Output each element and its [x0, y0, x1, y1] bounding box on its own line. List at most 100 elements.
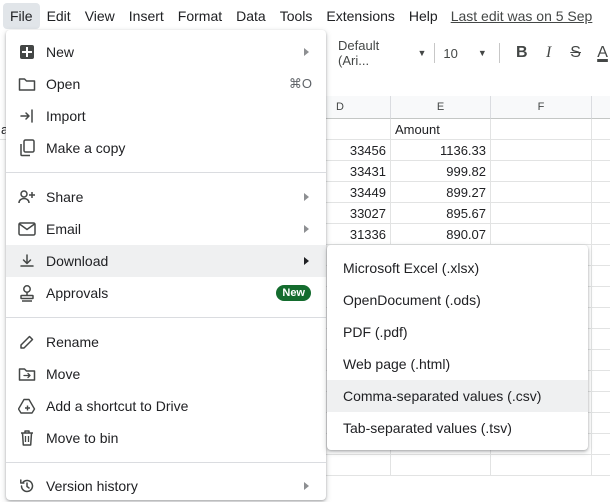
cell-g[interactable]: [592, 329, 610, 350]
menu-tools[interactable]: Tools: [273, 3, 320, 29]
menu-item-open[interactable]: Open ⌘O: [6, 68, 326, 100]
menu-item-import[interactable]: Import: [6, 100, 326, 132]
column-header-f[interactable]: F: [491, 96, 592, 119]
menu-item-label: Open: [46, 76, 81, 92]
menu-data[interactable]: Data: [229, 3, 273, 29]
menu-item-move-to-bin[interactable]: Move to bin: [6, 422, 326, 454]
cell-g[interactable]: [592, 392, 610, 413]
menu-divider: [6, 172, 326, 173]
column-header-g[interactable]: [592, 96, 610, 119]
cell-g[interactable]: [592, 182, 610, 203]
download-option-tsv[interactable]: Tab-separated values (.tsv): [327, 412, 588, 444]
menu-item-approvals[interactable]: Approvals New: [6, 277, 326, 309]
cell-f[interactable]: [491, 119, 592, 140]
toolbar-divider: [434, 43, 436, 63]
cell-g[interactable]: [592, 245, 610, 266]
cell-f[interactable]: [491, 182, 592, 203]
cell-f[interactable]: [491, 203, 592, 224]
copy-icon: [17, 138, 37, 158]
italic-button[interactable]: I: [535, 44, 562, 62]
menu-item-label: Move: [46, 366, 81, 382]
bold-button[interactable]: B: [508, 44, 535, 62]
cell-e-header[interactable]: Amount: [391, 119, 491, 140]
cell-g[interactable]: [592, 308, 610, 329]
caret-down-icon: ▼: [477, 48, 487, 58]
menu-file[interactable]: File: [3, 3, 40, 29]
cell-e[interactable]: 890.07: [391, 224, 491, 245]
new-badge: New: [276, 285, 311, 301]
menu-divider: [6, 462, 326, 463]
download-option-xlsx[interactable]: Microsoft Excel (.xlsx): [327, 252, 588, 284]
download-option-ods[interactable]: OpenDocument (.ods): [327, 284, 588, 316]
menu-item-download[interactable]: Download: [6, 245, 326, 277]
menu-item-label: Share: [46, 189, 84, 205]
shortcut-text: ⌘O: [288, 76, 312, 91]
cell-e[interactable]: 899.27: [391, 182, 491, 203]
menu-item-share[interactable]: Share: [6, 181, 326, 213]
text-color-button[interactable]: A: [589, 44, 610, 62]
download-icon: [17, 251, 37, 271]
cell-g[interactable]: [592, 161, 610, 182]
share-person-icon: [17, 187, 37, 207]
new-sheet-icon: [17, 42, 37, 62]
download-option-csv[interactable]: Comma-separated values (.csv): [327, 380, 588, 412]
file-menu: New Open ⌘O Import Make a copy Share Ema…: [6, 30, 326, 500]
toolbar-divider: [499, 43, 501, 63]
cell-g[interactable]: [592, 455, 610, 476]
cell-e[interactable]: 999.82: [391, 161, 491, 182]
cell-g[interactable]: [592, 203, 610, 224]
font-family-select[interactable]: Default (Ari... ▼: [338, 38, 426, 68]
strikethrough-button[interactable]: S: [562, 44, 589, 62]
menu-item-label: Rename: [46, 334, 99, 350]
cell-e[interactable]: 1136.33: [391, 140, 491, 161]
menu-view[interactable]: View: [78, 3, 122, 29]
download-option-html[interactable]: Web page (.html): [327, 348, 588, 380]
menu-item-rename[interactable]: Rename: [6, 326, 326, 358]
menu-insert[interactable]: Insert: [122, 3, 171, 29]
menu-item-label: Approvals: [46, 285, 109, 301]
menu-item-label: Import: [46, 108, 86, 124]
menu-item-email[interactable]: Email: [6, 213, 326, 245]
trash-icon: [17, 428, 37, 448]
menu-extensions[interactable]: Extensions: [319, 3, 401, 29]
cell-g[interactable]: [592, 224, 610, 245]
cell-f[interactable]: [491, 161, 592, 182]
cell-g[interactable]: [592, 266, 610, 287]
submenu-arrow-icon: [304, 482, 309, 490]
font-size-value: 10: [443, 45, 458, 61]
font-size-select[interactable]: 10 ▼: [443, 45, 487, 61]
history-icon: [17, 476, 37, 496]
rename-icon: [17, 332, 37, 352]
cell-e[interactable]: 895.67: [391, 203, 491, 224]
submenu-arrow-icon: [304, 257, 309, 265]
cell-f[interactable]: [491, 140, 592, 161]
cell-g[interactable]: [592, 434, 610, 455]
menu-item-make-a-copy[interactable]: Make a copy: [6, 132, 326, 164]
menu-edit[interactable]: Edit: [40, 3, 78, 29]
cell-g[interactable]: [592, 140, 610, 161]
last-edit-link[interactable]: Last edit was on 5 Sep: [451, 8, 593, 24]
column-header-e[interactable]: E: [391, 96, 491, 119]
menu-format[interactable]: Format: [171, 3, 229, 29]
menu-item-new[interactable]: New: [6, 36, 326, 68]
menu-item-add-shortcut[interactable]: Add a shortcut to Drive: [6, 390, 326, 422]
cell-g[interactable]: [592, 287, 610, 308]
menu-item-version-history[interactable]: Version history: [6, 470, 326, 502]
menu-item-label: New: [46, 44, 75, 60]
cell-g[interactable]: [592, 119, 610, 140]
download-option-pdf[interactable]: PDF (.pdf): [327, 316, 588, 348]
menu-item-label: Move to bin: [46, 430, 119, 446]
cell-g[interactable]: [592, 371, 610, 392]
cell-f[interactable]: [491, 455, 592, 476]
menu-item-label: Make a copy: [46, 140, 126, 156]
submenu-arrow-icon: [304, 48, 309, 56]
move-icon: [17, 364, 37, 384]
menu-item-label: Email: [46, 221, 82, 237]
cell-g[interactable]: [592, 350, 610, 371]
cell-f[interactable]: [491, 224, 592, 245]
menubar: File Edit View Insert Format Data Tools …: [0, 0, 610, 32]
menu-item-move[interactable]: Move: [6, 358, 326, 390]
menu-help[interactable]: Help: [402, 3, 445, 29]
cell-g[interactable]: [592, 413, 610, 434]
cell-e[interactable]: [391, 455, 491, 476]
